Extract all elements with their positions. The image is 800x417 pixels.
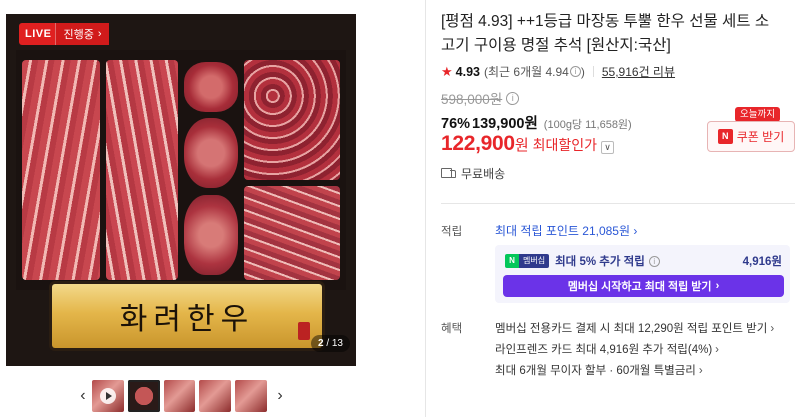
chevron-down-icon[interactable]: ∨ — [601, 141, 615, 154]
membership-amount: 4,916원 — [742, 256, 782, 268]
page-current: 2 — [317, 338, 324, 349]
live-label: LIVE — [25, 28, 52, 40]
naver-n-icon: N — [717, 129, 733, 144]
brand-text: 화려한우 — [119, 302, 255, 337]
rating-recent: (최근 6개월 4.94 — [484, 65, 569, 79]
meat-tray — [16, 50, 346, 290]
original-price-value: 598,000원 — [441, 92, 503, 107]
membership-start-button[interactable]: 멤버십 시작하고 최대 적립 받기 › — [503, 275, 784, 297]
original-price: 598,000원 i — [441, 88, 520, 108]
page-total: 13 — [331, 338, 343, 349]
benefits-label: 혜택 — [441, 323, 463, 335]
unit-price: (100g당 11,658원) — [543, 119, 632, 131]
thumbnail-video[interactable] — [91, 380, 124, 412]
thumbnail-strip: ‹ › — [74, 379, 289, 413]
max-points-text: 최대 적립 포인트 21,085원 — [495, 224, 631, 238]
image-page-indicator: 2 / 13 — [310, 335, 350, 352]
benefit-item[interactable]: 최대 6개월 무이자 할부 · 60개월 특별금리 › — [495, 362, 703, 378]
membership-badge-text: 멤버십 — [519, 254, 550, 268]
membership-button-label: 멤버십 시작하고 최대 적립 받기 — [567, 281, 712, 293]
live-status: 진행중 › — [55, 23, 109, 45]
star-icon: ★ — [441, 63, 453, 79]
rating-score: 4.93 — [455, 64, 480, 79]
coupon-widget: 오늘까지 N 쿠폰 받기 — [707, 107, 795, 152]
chevron-right-icon: › — [633, 224, 638, 238]
chevron-right-icon: › — [715, 280, 720, 292]
membership-row: N 멤버십 최대 5% 추가 적립 i 4,916원 — [505, 253, 782, 269]
max-discount-price: 122,900 — [441, 132, 515, 155]
max-discount-label: 최대할인가 — [532, 137, 598, 153]
discount-rate: 76% — [441, 116, 471, 132]
benefit-text: 멤버십 전용카드 결제 시 최대 12,290원 적립 포인트 받기 — [495, 323, 768, 335]
product-main-image[interactable]: LIVE 진행중 › 화려한우 2 / 13 — [6, 14, 356, 366]
info-icon[interactable]: i — [648, 255, 660, 267]
info-icon[interactable]: i — [506, 91, 520, 105]
divider — [592, 66, 594, 77]
chevron-right-icon: › — [698, 365, 703, 377]
product-title: [평점 4.93] ++1등급 마장동 투뿔 한우 선물 세트 소고기 구이용 … — [441, 13, 770, 54]
max-points-link[interactable]: 최대 적립 포인트 21,085원 › — [495, 222, 637, 239]
truck-icon — [441, 168, 457, 179]
membership-extra: 최대 5% 추가 적립 — [555, 256, 645, 268]
chevron-left-icon[interactable]: ‹ — [74, 380, 92, 412]
rating-summary: ★ 4.93 (최근 6개월 4.94 i ) 55,916건 리뷰 — [441, 63, 675, 80]
review-count-link[interactable]: 55,916건 리뷰 — [602, 63, 675, 80]
points-label: 적립 — [441, 226, 463, 238]
coupon-tooltip: 오늘까지 — [735, 107, 780, 122]
thumbnail[interactable] — [235, 380, 268, 412]
naver-n-icon: N — [505, 254, 519, 268]
info-icon[interactable]: i — [569, 66, 581, 77]
currency-won: 원 — [514, 137, 529, 154]
sale-price-row: 76% 139,900원 (100g당 11,658원) — [441, 112, 632, 133]
thumbnail[interactable] — [163, 380, 196, 412]
shipping-info: 무료배송 — [441, 165, 505, 182]
live-badge[interactable]: LIVE 진행중 › — [19, 23, 109, 45]
thumbnail-active[interactable] — [127, 380, 160, 412]
section-divider — [441, 203, 795, 204]
naver-plus-badge: N 멤버십 — [505, 254, 550, 268]
column-divider — [425, 0, 426, 417]
thumbnail[interactable] — [199, 380, 232, 412]
sale-price: 139,900원 — [472, 116, 538, 132]
chevron-right-icon: › — [97, 28, 102, 40]
coupon-button[interactable]: N 쿠폰 받기 — [707, 121, 795, 152]
rating-recent-close: ) — [580, 64, 585, 79]
shipping-text: 무료배송 — [461, 167, 506, 181]
chevron-right-icon: › — [715, 344, 719, 356]
brand-plate: 화려한우 — [52, 284, 322, 348]
chevron-right-icon[interactable]: › — [271, 380, 289, 412]
max-discount-row[interactable]: 122,900 원 최대할인가 ∨ — [441, 132, 615, 156]
benefit-item[interactable]: 라인프렌즈 카드 최대 4,916원 추가 적립(4%) › — [495, 341, 719, 357]
benefit-text: 최대 6개월 무이자 할부 · 60개월 특별금리 — [495, 365, 696, 377]
chevron-right-icon: › — [770, 323, 775, 335]
benefit-text: 라인프렌즈 카드 최대 4,916원 추가 적립(4%) — [495, 344, 713, 356]
seal-icon — [298, 322, 310, 340]
play-icon — [99, 388, 116, 404]
coupon-label: 쿠폰 받기 — [736, 130, 785, 144]
benefit-item[interactable]: 멤버십 전용카드 결제 시 최대 12,290원 적립 포인트 받기 › — [495, 320, 774, 336]
live-status-text: 진행중 — [63, 29, 94, 41]
membership-box: N 멤버십 최대 5% 추가 적립 i 4,916원 멤버십 시작하고 최대 적… — [495, 245, 790, 303]
